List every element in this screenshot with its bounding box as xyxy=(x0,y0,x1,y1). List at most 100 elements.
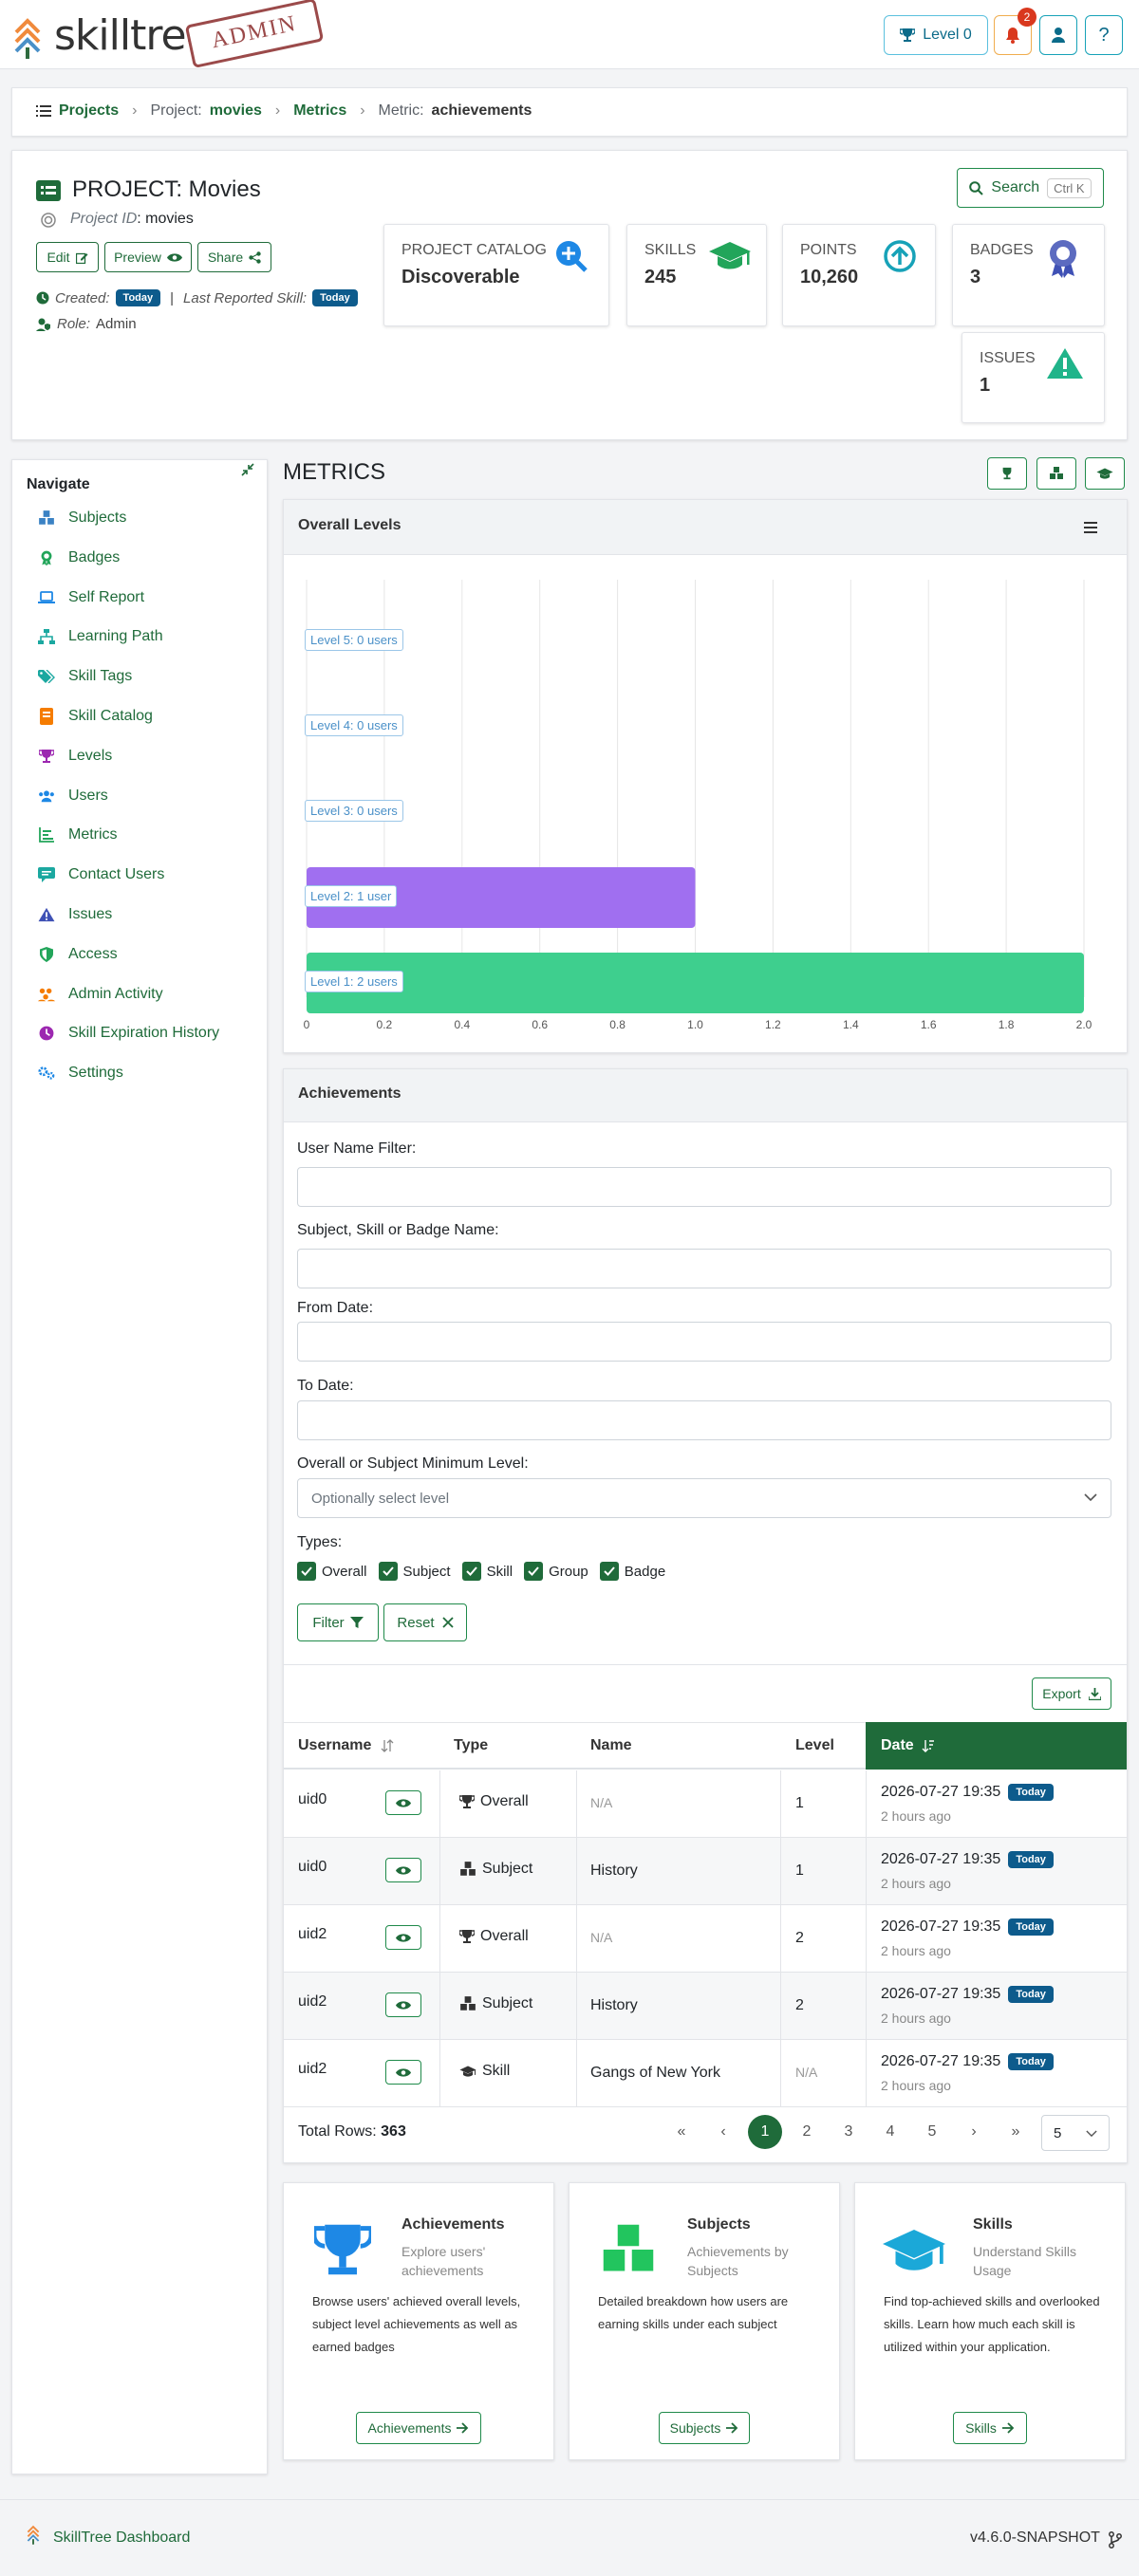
nav-item-admin-activity[interactable]: Admin Activity xyxy=(38,982,163,1007)
view-user-button[interactable] xyxy=(385,1858,421,1882)
collapse-icon[interactable] xyxy=(241,463,254,476)
page-1-button[interactable]: 1 xyxy=(748,2115,782,2149)
type-column-header[interactable]: Type xyxy=(454,1737,488,1754)
skills-metric-button[interactable] xyxy=(1085,457,1125,490)
nav-item-skill-tags[interactable]: Skill Tags xyxy=(38,664,132,689)
level-button[interactable]: Level 0 xyxy=(884,15,988,55)
type-checkbox-group[interactable]: Group xyxy=(524,1562,588,1581)
breadcrumb-project[interactable]: movies xyxy=(210,102,262,120)
clock-icon xyxy=(36,291,49,305)
skills-card-button[interactable]: Skills xyxy=(953,2412,1027,2444)
last-page-button[interactable]: » xyxy=(999,2115,1033,2149)
card-description: Find top-achieved skills and overlooked … xyxy=(884,2294,1100,2354)
stat-label: SKILLS xyxy=(644,242,697,258)
last-reported-badge: Today xyxy=(312,289,358,306)
stat-value: 3 xyxy=(970,267,981,287)
view-user-button[interactable] xyxy=(385,1925,421,1950)
share-button[interactable]: Share xyxy=(197,242,271,272)
eye-icon xyxy=(396,1798,411,1808)
breadcrumb-metric-prefix: Metric: xyxy=(378,102,424,119)
nav-item-issues[interactable]: Issues xyxy=(38,902,112,927)
type-checkbox-skill[interactable]: Skill xyxy=(461,1562,513,1581)
row-level: 1 xyxy=(795,1863,804,1879)
nav-item-levels[interactable]: Levels xyxy=(38,744,112,769)
created-badge: Today xyxy=(115,289,161,306)
project-id: Project ID: movies xyxy=(70,211,194,228)
export-button[interactable]: Export xyxy=(1032,1677,1111,1710)
achievements-metric-button[interactable] xyxy=(987,457,1027,490)
row-date-badge: Today xyxy=(1008,1784,1054,1801)
nav-item-metrics[interactable]: Metrics xyxy=(38,823,118,847)
overall-levels-chart: 0 0.2 0.4 0.6 0.8 1.0 1.2 1.4 1.6 1.8 2.0 Level 5: … xyxy=(284,556,1127,1051)
help-button[interactable]: ? xyxy=(1085,15,1123,55)
filter-button[interactable]: Filter xyxy=(297,1603,379,1641)
type-checkbox-overall[interactable]: Overall xyxy=(297,1562,367,1581)
chevron-down-icon xyxy=(1084,1493,1097,1502)
nav-item-self-report[interactable]: Self Report xyxy=(38,585,144,610)
breadcrumb-projects[interactable]: Projects xyxy=(59,102,119,120)
preview-button[interactable]: Preview xyxy=(104,242,192,272)
type-checkbox-subject[interactable]: Subject xyxy=(378,1562,451,1581)
nav-item-label: Badges xyxy=(68,548,121,565)
cubes-icon xyxy=(1049,467,1064,480)
first-page-button[interactable]: « xyxy=(664,2115,699,2149)
user-menu-button[interactable] xyxy=(1039,15,1077,55)
page-2-button[interactable]: 2 xyxy=(790,2115,824,2149)
prev-page-button[interactable]: ‹ xyxy=(706,2115,740,2149)
row-username: uid2 xyxy=(298,1993,327,2010)
to-date-input[interactable] xyxy=(297,1400,1111,1440)
card-subtitle: Understand Skills Usage xyxy=(973,2244,1076,2278)
nav-item-contact-users[interactable]: Contact Users xyxy=(38,862,164,887)
total-rows-value: 363 xyxy=(381,2123,406,2140)
edit-button[interactable]: Edit xyxy=(36,242,99,272)
view-user-button[interactable] xyxy=(385,2060,421,2085)
checkbox-checked-icon[interactable] xyxy=(599,1562,619,1581)
nav-item-users[interactable]: Users xyxy=(38,784,108,808)
view-user-button[interactable] xyxy=(385,1790,421,1815)
chart-x-tick-label: 0.2 xyxy=(376,1018,393,1031)
username-column-header[interactable]: Username xyxy=(298,1737,394,1754)
achievements-card-button[interactable]: Achievements xyxy=(356,2412,481,2444)
row-level: 2 xyxy=(795,1930,804,1946)
menu-icon[interactable] xyxy=(1084,522,1097,533)
nav-item-badges[interactable]: Badges xyxy=(38,546,120,570)
book-icon xyxy=(38,708,55,725)
checkbox-checked-icon[interactable] xyxy=(461,1562,481,1581)
skilltree-logo-icon[interactable] xyxy=(13,15,42,59)
next-page-button[interactable]: › xyxy=(957,2115,991,2149)
award-icon xyxy=(38,549,55,566)
subjects-card-button[interactable]: Subjects xyxy=(659,2412,750,2444)
reset-button[interactable]: Reset xyxy=(383,1603,467,1641)
level-select[interactable]: Optionally select level xyxy=(297,1478,1111,1518)
nav-item-access[interactable]: Access xyxy=(38,942,118,967)
page-3-button[interactable]: 3 xyxy=(831,2115,866,2149)
card-description: Browse users' achieved overall levels, s… xyxy=(312,2294,521,2354)
footer-app-link[interactable]: SkillTree Dashboard xyxy=(53,2530,190,2547)
checkbox-checked-icon[interactable] xyxy=(524,1562,544,1581)
name-filter-input[interactable] xyxy=(297,1249,1111,1288)
type-checkbox-label: Group xyxy=(549,1563,588,1580)
breadcrumb-metrics[interactable]: Metrics xyxy=(293,102,346,120)
view-user-button[interactable] xyxy=(385,1992,421,2017)
nav-item-skill-expiration-history[interactable]: Skill Expiration History xyxy=(38,1021,219,1046)
name-column-header[interactable]: Name xyxy=(590,1737,632,1754)
cubes-icon xyxy=(38,510,55,527)
page-5-button[interactable]: 5 xyxy=(915,2115,949,2149)
level-column-header[interactable]: Level xyxy=(795,1737,834,1754)
subjects-metric-button[interactable] xyxy=(1036,457,1076,490)
user-filter-input[interactable] xyxy=(297,1167,1111,1207)
search-button[interactable]: Search Ctrl K xyxy=(957,168,1104,208)
nav-item-settings[interactable]: Settings xyxy=(38,1061,123,1085)
nav-item-skill-catalog[interactable]: Skill Catalog xyxy=(38,704,153,729)
checkbox-checked-icon[interactable] xyxy=(378,1562,398,1581)
page-size-select[interactable]: 5 xyxy=(1041,2115,1110,2151)
checkbox-checked-icon[interactable] xyxy=(297,1562,316,1581)
nav-item-learning-path[interactable]: Learning Path xyxy=(38,624,163,649)
page-4-button[interactable]: 4 xyxy=(873,2115,907,2149)
row-date-badge: Today xyxy=(1008,1918,1054,1936)
type-checkbox-badge[interactable]: Badge xyxy=(599,1562,665,1581)
date-column-header[interactable]: Date xyxy=(881,1737,935,1754)
nav-item-subjects[interactable]: Subjects xyxy=(38,506,126,530)
from-date-input[interactable] xyxy=(297,1322,1111,1362)
column-divider xyxy=(576,1905,577,1973)
